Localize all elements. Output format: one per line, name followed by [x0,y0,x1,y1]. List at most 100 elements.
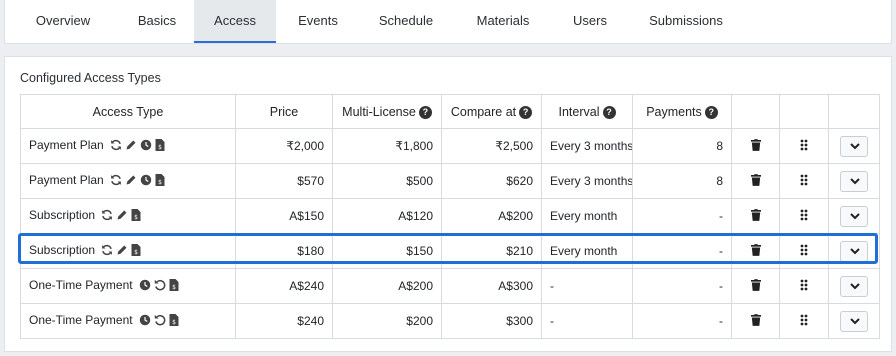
col-header-price: Price [235,94,333,129]
tab-bar: Overview Basics Access Events Schedule M… [4,0,892,44]
row-dropdown-button[interactable] [840,205,868,227]
table-row: Subscription $ $180 $150 $210 Every month - [20,233,880,269]
cell-multi-license: $200 [332,303,442,339]
card-title: Configured Access Types [20,71,161,85]
sync-icon[interactable] [110,139,125,154]
drag-handle-icon[interactable] [800,279,808,294]
cell-delete [731,268,780,304]
cell-drag [779,268,829,304]
undo-icon[interactable] [154,314,169,329]
file-dollar-icon[interactable]: $ [155,139,168,154]
drag-handle-icon[interactable] [800,209,808,224]
row-action-icons: $ [139,279,182,294]
cell-actions [828,233,880,269]
tab-users[interactable]: Users [554,0,626,43]
pencil-icon[interactable] [116,245,131,259]
access-type-label: Subscription [29,243,96,257]
cell-drag [779,163,829,199]
cell-access-type: Payment Plan $ [20,163,236,199]
table-row: Subscription $ A$150 A$120 A$200 Every month - [20,198,880,234]
row-dropdown-button[interactable] [840,310,868,332]
access-types-table: Access Type Price Multi-License? Compare… [20,94,880,339]
trash-icon[interactable] [750,138,761,154]
cell-payments: - [632,303,732,339]
cell-multi-license: $500 [332,163,442,199]
row-dropdown-button[interactable] [840,275,868,297]
tab-basics[interactable]: Basics [121,0,193,43]
tab-submissions[interactable]: Submissions [626,0,746,43]
cell-price: A$150 [235,198,333,234]
tab-materials[interactable]: Materials [452,0,554,43]
cell-multi-license: A$120 [332,198,442,234]
file-dollar-icon[interactable]: $ [131,244,144,259]
pencil-icon[interactable] [125,140,140,154]
trash-icon[interactable] [750,278,761,294]
sync-icon[interactable] [101,244,116,259]
row-dropdown-button[interactable] [840,170,868,192]
col-header-delete [731,94,780,129]
cell-interval: Every month [541,198,633,234]
file-dollar-icon[interactable]: $ [169,279,182,294]
col-header-payments: Payments? [632,94,732,129]
cell-actions [828,163,880,199]
trash-icon[interactable] [750,173,761,189]
drag-handle-icon[interactable] [800,174,808,189]
col-header-compare-at: Compare at? [441,94,542,129]
tab-schedule[interactable]: Schedule [360,0,452,43]
trash-icon[interactable] [750,208,761,224]
undo-icon[interactable] [154,279,169,294]
clock-icon[interactable] [140,139,155,154]
pencil-icon[interactable] [125,175,140,189]
sync-icon[interactable] [101,209,116,224]
access-type-label: One-Time Payment [29,278,133,292]
tab-access[interactable]: Access [194,0,276,43]
header-label: Interval [558,104,600,119]
cell-payments: - [632,233,732,269]
sync-icon[interactable] [110,174,125,189]
cell-actions [828,303,880,339]
row-dropdown-button[interactable] [840,135,868,157]
svg-text:$: $ [158,179,162,186]
file-dollar-icon[interactable]: $ [169,314,182,329]
tab-overview[interactable]: Overview [5,0,121,43]
drag-handle-icon[interactable] [800,244,808,259]
help-icon[interactable]: ? [602,105,616,119]
cell-compare-at: A$300 [441,268,542,304]
cell-access-type: Subscription $ [20,198,236,234]
svg-text:$: $ [158,144,162,151]
cell-access-type: Payment Plan $ [20,128,236,164]
help-icon[interactable]: ? [519,105,533,119]
help-icon[interactable]: ? [418,105,432,119]
drag-handle-icon[interactable] [800,139,808,154]
cell-actions [828,128,880,164]
file-dollar-icon[interactable]: $ [155,174,168,189]
row-action-icons: $ [101,244,144,259]
table-header-row: Access Type Price Multi-License? Compare… [20,94,880,129]
row-dropdown-button[interactable] [840,240,868,262]
cell-price: $180 [235,233,333,269]
clock-icon[interactable] [140,174,155,189]
clock-icon[interactable] [139,314,154,329]
cell-compare-at: $210 [441,233,542,269]
tab-events[interactable]: Events [276,0,360,43]
header-label: Access Type [92,104,164,119]
cell-interval: Every 3 months [541,128,633,164]
cell-interval: - [541,268,633,304]
file-dollar-icon[interactable]: $ [131,209,144,224]
trash-icon[interactable] [750,313,761,329]
clock-icon[interactable] [139,279,154,294]
cell-payments: 8 [632,128,732,164]
cell-compare-at: A$200 [441,198,542,234]
row-action-icons: $ [110,174,168,189]
pencil-icon[interactable] [116,210,131,224]
col-header-interval: Interval? [541,94,633,129]
trash-icon[interactable] [750,243,761,259]
help-icon[interactable]: ? [704,105,718,119]
cell-interval: - [541,303,633,339]
cell-access-type: One-Time Payment $ [20,303,236,339]
cell-compare-at: $300 [441,303,542,339]
table-row: One-Time Payment $ A$240 A$200 A$300- - [20,268,880,304]
cell-price: ₹2,000 [235,128,333,164]
drag-handle-icon[interactable] [800,314,808,329]
cell-drag [779,233,829,269]
